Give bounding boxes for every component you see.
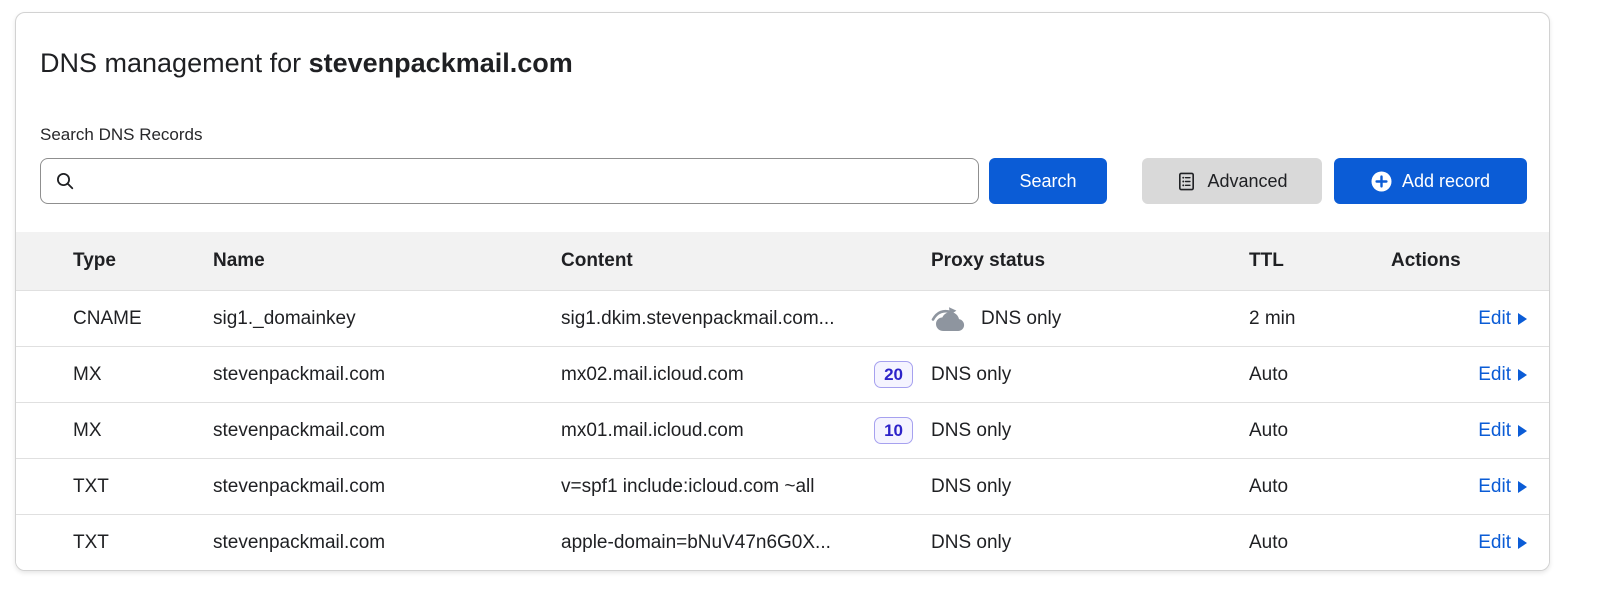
edit-label: Edit xyxy=(1478,420,1511,442)
content-text: apple-domain=bNuV47n6G0X... xyxy=(561,532,831,554)
chevron-right-icon xyxy=(1518,481,1527,493)
search-records-label: Search DNS Records xyxy=(40,125,1525,145)
cell-proxy-status: DNS only xyxy=(931,476,1249,498)
content-text: v=spf1 include:icloud.com ~all xyxy=(561,476,814,498)
edit-label: Edit xyxy=(1478,532,1511,554)
cell-proxy-status: DNS only xyxy=(931,420,1249,442)
search-icon xyxy=(54,170,76,192)
chevron-right-icon xyxy=(1518,425,1527,437)
chevron-right-icon xyxy=(1518,537,1527,549)
cell-actions: Edit xyxy=(1391,532,1527,554)
table-row: CNAME sig1._domainkey sig1.dkim.stevenpa… xyxy=(16,290,1549,346)
table-row: MX stevenpackmail.com mx01.mail.icloud.c… xyxy=(16,402,1549,458)
proxy-status-text: DNS only xyxy=(931,532,1011,554)
cell-name: sig1._domainkey xyxy=(213,308,561,330)
cell-name: stevenpackmail.com xyxy=(213,364,561,386)
edit-button[interactable]: Edit xyxy=(1478,476,1527,498)
cell-ttl: Auto xyxy=(1249,532,1391,554)
search-box xyxy=(40,158,979,204)
cell-type: TXT xyxy=(40,532,213,554)
cell-ttl: 2 min xyxy=(1249,308,1391,330)
table-header-row: Type Name Content Proxy status TTL Actio… xyxy=(16,232,1549,290)
cell-ttl: Auto xyxy=(1249,420,1391,442)
content-text: mx02.mail.icloud.com xyxy=(561,364,744,386)
edit-label: Edit xyxy=(1478,476,1511,498)
zone-domain-name: stevenpackmail.com xyxy=(309,48,573,78)
dns-management-card: DNS management for stevenpackmail.com Se… xyxy=(15,12,1550,571)
edit-label: Edit xyxy=(1478,364,1511,386)
cell-actions: Edit xyxy=(1391,364,1527,386)
cell-proxy-status: DNS only xyxy=(931,305,1249,332)
cell-type: TXT xyxy=(40,476,213,498)
cell-actions: Edit xyxy=(1391,420,1527,442)
table-row: TXT stevenpackmail.com apple-domain=bNuV… xyxy=(16,514,1549,570)
cell-content: sig1.dkim.stevenpackmail.com... xyxy=(561,308,931,330)
search-input[interactable] xyxy=(40,158,979,204)
cell-ttl: Auto xyxy=(1249,364,1391,386)
dns-only-cloud-icon xyxy=(931,305,969,332)
table-row: TXT stevenpackmail.com v=spf1 include:ic… xyxy=(16,458,1549,514)
cell-type: MX xyxy=(40,420,213,442)
priority-badge: 20 xyxy=(874,361,913,388)
cell-actions: Edit xyxy=(1391,308,1527,330)
header-name: Name xyxy=(213,250,561,272)
chevron-right-icon xyxy=(1518,313,1527,325)
cell-type: CNAME xyxy=(40,308,213,330)
search-controls-row: Search Advanced Add record xyxy=(16,158,1549,204)
proxy-status-text: DNS only xyxy=(931,420,1011,442)
cell-name: stevenpackmail.com xyxy=(213,532,561,554)
add-record-button-label: Add record xyxy=(1402,171,1490,192)
search-button[interactable]: Search xyxy=(989,158,1107,204)
dns-records-table: Type Name Content Proxy status TTL Actio… xyxy=(16,232,1549,570)
search-button-label: Search xyxy=(1019,171,1076,192)
cell-ttl: Auto xyxy=(1249,476,1391,498)
cell-name: stevenpackmail.com xyxy=(213,476,561,498)
proxy-status-text: DNS only xyxy=(981,308,1061,330)
plus-circle-icon xyxy=(1371,171,1392,192)
edit-button[interactable]: Edit xyxy=(1478,364,1527,386)
cell-proxy-status: DNS only xyxy=(931,532,1249,554)
cell-proxy-status: DNS only xyxy=(931,364,1249,386)
cell-name: stevenpackmail.com xyxy=(213,420,561,442)
cell-content: mx02.mail.icloud.com 20 xyxy=(561,361,931,388)
advanced-button[interactable]: Advanced xyxy=(1142,158,1322,204)
document-list-icon xyxy=(1176,171,1197,192)
edit-button[interactable]: Edit xyxy=(1478,420,1527,442)
table-body: CNAME sig1._domainkey sig1.dkim.stevenpa… xyxy=(16,290,1549,570)
advanced-button-label: Advanced xyxy=(1207,171,1287,192)
chevron-right-icon xyxy=(1518,369,1527,381)
header-type: Type xyxy=(40,250,213,272)
header-actions: Actions xyxy=(1391,250,1527,272)
content-text: sig1.dkim.stevenpackmail.com... xyxy=(561,308,835,330)
add-record-button[interactable]: Add record xyxy=(1334,158,1527,204)
edit-label: Edit xyxy=(1478,308,1511,330)
proxy-status-text: DNS only xyxy=(931,364,1011,386)
header-ttl: TTL xyxy=(1249,250,1391,272)
cell-type: MX xyxy=(40,364,213,386)
page-title-prefix: DNS management for xyxy=(40,48,309,78)
table-row: MX stevenpackmail.com mx02.mail.icloud.c… xyxy=(16,346,1549,402)
cell-content: mx01.mail.icloud.com 10 xyxy=(561,417,931,444)
header-proxy-status: Proxy status xyxy=(931,250,1249,272)
cell-content: apple-domain=bNuV47n6G0X... xyxy=(561,532,931,554)
edit-button[interactable]: Edit xyxy=(1478,308,1527,330)
edit-button[interactable]: Edit xyxy=(1478,532,1527,554)
page-title: DNS management for stevenpackmail.com xyxy=(16,13,1549,81)
proxy-status-text: DNS only xyxy=(931,476,1011,498)
cell-actions: Edit xyxy=(1391,476,1527,498)
priority-badge: 10 xyxy=(874,417,913,444)
content-text: mx01.mail.icloud.com xyxy=(561,420,744,442)
header-content: Content xyxy=(561,250,931,272)
cell-content: v=spf1 include:icloud.com ~all xyxy=(561,476,931,498)
